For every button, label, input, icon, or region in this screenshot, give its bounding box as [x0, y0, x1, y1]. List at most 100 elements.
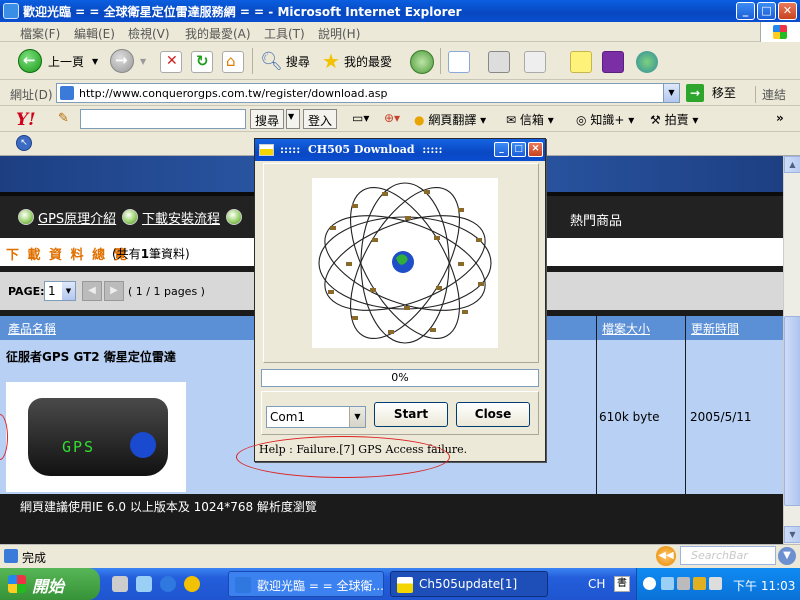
- menu-help[interactable]: 說明(H): [318, 25, 360, 42]
- maximize-button[interactable]: □: [757, 2, 776, 20]
- hot-products-label[interactable]: 熱門商品: [570, 210, 622, 229]
- quicklaunch-ie-icon[interactable]: [160, 576, 176, 592]
- start-button-taskbar[interactable]: 開始: [0, 568, 100, 600]
- back-dropdown-icon[interactable]: ▼: [92, 57, 98, 66]
- minimize-button[interactable]: _: [736, 2, 755, 20]
- search-button[interactable]: 🔍︎ 搜尋: [260, 48, 310, 74]
- yahoo-pages-icon[interactable]: ▭▾: [352, 111, 369, 125]
- gps-device-illustration: GPS: [28, 398, 168, 476]
- ie-title-bar[interactable]: 歡迎光臨 = = 全球衛星定位雷達服務網 = = - Microsoft Int…: [0, 0, 800, 22]
- back-button[interactable]: 上一頁 ▼: [18, 48, 98, 74]
- go-label: 移至: [711, 86, 736, 100]
- header-product-name[interactable]: 產品名稱: [8, 320, 56, 337]
- taskbar-item-ie-label: 歡迎光臨 = = 全球衛...: [257, 579, 384, 593]
- yahoo-login-button[interactable]: 登入: [303, 109, 338, 129]
- tray-expand-icon[interactable]: [643, 577, 656, 590]
- menu-tools[interactable]: 工具(T): [264, 25, 305, 42]
- taskbar-clock[interactable]: 下午 11:03: [733, 577, 795, 594]
- dialog-title-bar[interactable]: ::::: CH505 Download ::::: _ □ ✕: [255, 139, 545, 161]
- scroll-up-icon[interactable]: ▲: [784, 156, 800, 173]
- browser-recommendation: 網頁建議使用IE 6.0 以上版本及 1024*768 解析度瀏覽: [20, 500, 317, 514]
- language-indicator[interactable]: CH: [588, 577, 605, 591]
- go-button[interactable]: → 移至: [686, 84, 736, 102]
- rewind-icon[interactable]: ◀◀: [656, 546, 676, 566]
- quicklaunch-explorer-icon[interactable]: [136, 576, 152, 592]
- yahoo-search-button[interactable]: 搜尋: [250, 109, 285, 129]
- taskbar-item-ie[interactable]: 歡迎光臨 = = 全球衛...: [228, 571, 384, 597]
- history-icon[interactable]: [410, 50, 434, 74]
- mail-icon[interactable]: [448, 51, 470, 73]
- dialog-close-text-button[interactable]: Close: [456, 402, 530, 427]
- summary-count-text: (共有1筆資料): [112, 245, 190, 262]
- ime-icon[interactable]: 書: [614, 576, 630, 592]
- com-port-dropdown-icon[interactable]: ▼: [349, 407, 365, 427]
- page-select-dropdown-icon[interactable]: ▼: [62, 282, 75, 300]
- com-port-select[interactable]: Com1 ▼: [266, 406, 366, 428]
- forward-button[interactable]: ▼: [110, 48, 146, 74]
- nav-gps-intro[interactable]: GPS原理介紹: [18, 207, 116, 227]
- nav-item-hidden[interactable]: [226, 207, 246, 227]
- nav-download-flow[interactable]: 下載安裝流程: [122, 207, 220, 227]
- tray-display-icon[interactable]: [677, 577, 690, 590]
- taskbar-item-ch505[interactable]: Ch505update[1]: [390, 571, 548, 597]
- address-dropdown-icon[interactable]: ▼: [663, 84, 679, 102]
- tray-security-icon[interactable]: [693, 577, 706, 590]
- forward-dropdown-icon[interactable]: ▼: [140, 57, 146, 66]
- product-image[interactable]: GPS: [6, 382, 186, 492]
- auction-button[interactable]: ⚒ 拍賣 ▾: [650, 111, 698, 128]
- file-size: 610k byte: [599, 410, 660, 424]
- column-divider: [596, 316, 597, 340]
- start-button[interactable]: Start: [374, 402, 448, 427]
- scroll-thumb[interactable]: [784, 316, 800, 506]
- translate-label: 網頁翻譯: [428, 113, 477, 127]
- links-button[interactable]: 連結: [755, 86, 786, 103]
- page-select[interactable]: 1 ▼: [44, 281, 76, 301]
- yahoo-mail-label: 信箱: [519, 113, 544, 127]
- stop-icon[interactable]: ✕: [160, 51, 182, 73]
- dialog-maximize-button[interactable]: □: [511, 142, 526, 157]
- pencil-icon[interactable]: ✎: [58, 111, 69, 126]
- favorites-button[interactable]: ★ 我的最愛: [322, 48, 392, 74]
- yahoo-search-input[interactable]: [80, 109, 246, 129]
- yahoo-search-dropdown-icon[interactable]: ▼: [286, 109, 300, 129]
- toolbar-separator-2: [440, 48, 441, 74]
- windows-logo: [760, 22, 800, 42]
- menu-view[interactable]: 檢視(V): [128, 25, 170, 42]
- edit-icon[interactable]: [524, 51, 546, 73]
- print-icon[interactable]: [488, 51, 510, 73]
- yahoo-logo[interactable]: Y!: [16, 110, 36, 130]
- tray-volume-icon[interactable]: [709, 577, 722, 590]
- messenger-icon[interactable]: [636, 51, 658, 73]
- address-input[interactable]: http://www.conquerorgps.com.tw/register/…: [56, 83, 680, 103]
- header-file-size[interactable]: 檔案大小: [602, 320, 650, 337]
- yahoo-mail-button[interactable]: ✉ 信箱 ▾: [506, 111, 554, 128]
- note-icon[interactable]: [570, 51, 592, 73]
- quicklaunch-media-icon[interactable]: [112, 576, 128, 592]
- start-label: 開始: [32, 577, 65, 596]
- menu-edit[interactable]: 編輯(E): [74, 25, 115, 42]
- arrow-icon[interactable]: ↖: [16, 135, 32, 151]
- menu-favorites[interactable]: 我的最愛(A): [185, 25, 251, 42]
- header-update-time[interactable]: 更新時間: [691, 320, 739, 337]
- scroll-down-icon[interactable]: ▼: [784, 526, 800, 543]
- prev-page-button[interactable]: ◀: [82, 281, 102, 301]
- knowledge-button[interactable]: ◎ 知識+ ▾: [576, 111, 634, 128]
- refresh-icon[interactable]: ↻: [191, 51, 213, 73]
- searchbar-go-icon[interactable]: ▼: [778, 547, 796, 565]
- tray-network-icon[interactable]: [661, 577, 674, 590]
- yahoo-messenger-icon[interactable]: [602, 51, 624, 73]
- dialog-minimize-button[interactable]: _: [494, 142, 509, 157]
- toolbar-overflow-icon[interactable]: »: [776, 111, 784, 125]
- quicklaunch-messenger-icon[interactable]: [184, 576, 200, 592]
- home-icon[interactable]: ⌂: [222, 51, 244, 73]
- searchbar-input[interactable]: SearchBar: [680, 546, 776, 565]
- translate-button[interactable]: ● 網頁翻譯 ▾: [414, 111, 486, 128]
- menu-file[interactable]: 檔案(F): [20, 25, 60, 42]
- next-page-button[interactable]: ▶: [104, 281, 124, 301]
- yahoo-target-icon[interactable]: ⊕▾: [384, 111, 400, 125]
- page-scrollbar[interactable]: ▲ ▼: [783, 156, 800, 544]
- dialog-close-button[interactable]: ✕: [528, 142, 543, 157]
- column-divider: [596, 340, 597, 494]
- close-window-button[interactable]: ✕: [778, 2, 797, 20]
- nav-bullet-icon: [122, 209, 138, 225]
